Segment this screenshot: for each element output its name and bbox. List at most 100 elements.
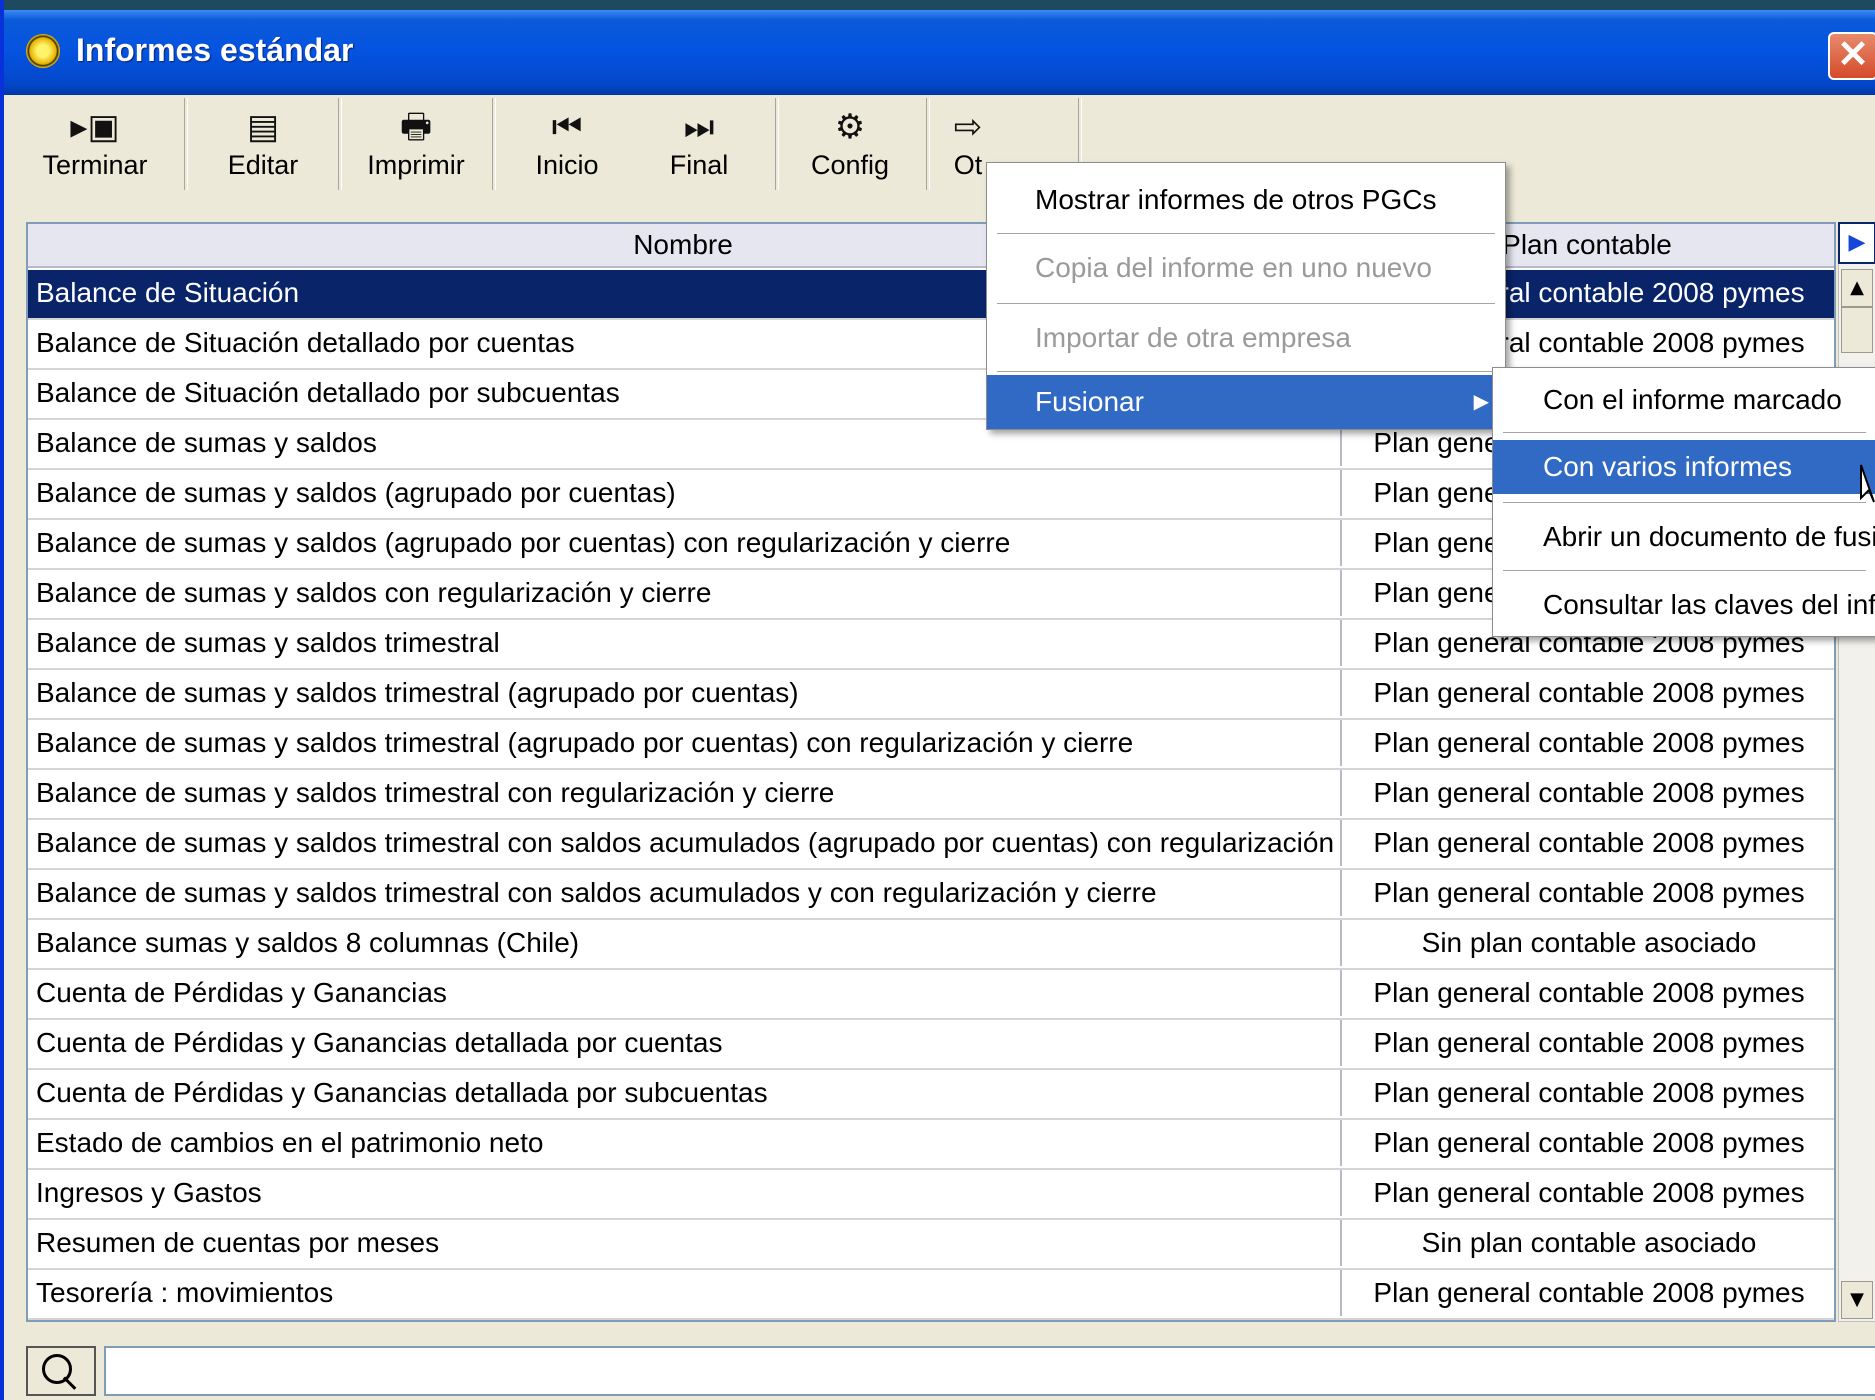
submenu-item-varios-informes[interactable]: Con varios informes [1493,440,1875,494]
mouse-cursor-icon [1860,464,1875,503]
reports-window: Informes estándar ✕ ▸▣ Terminar ▤ Editar… [0,0,1875,1400]
cell-plan-contable: Plan general contable 2008 pymes [1340,1070,1834,1116]
cell-plan-contable: Sin plan contable asociado [1340,1220,1834,1266]
editar-button[interactable]: ▤ Editar [188,95,338,190]
submenu-item-consultar-claves[interactable]: Consultar las claves del informe [1493,578,1875,632]
menu-separator [997,303,1495,304]
last-record-icon: ⏭ [683,108,715,146]
close-button[interactable]: ✕ [1828,32,1875,80]
cell-nombre: Balance de sumas y saldos trimestral con… [36,877,1157,908]
cell-nombre: Balance sumas y saldos 8 columnas (Chile… [36,927,580,958]
cell-nombre: Balance de sumas y saldos (agrupado por … [36,527,1011,558]
others-context-menu: Mostrar informes de otros PGCs Copia del… [986,162,1506,430]
cell-plan-contable: Plan general contable 2008 pymes [1340,670,1834,716]
cell-plan-contable: Plan general contable 2008 pymes [1340,1270,1834,1316]
cell-nombre: Cuenta de Pérdidas y Ganancias [36,977,447,1008]
table-row[interactable]: Ingresos y Gastos Plan general contable 2… [28,1170,1834,1220]
app-icon [26,34,60,68]
scroll-up-button[interactable]: ▲ [1841,269,1873,307]
cell-nombre: Ingresos y Gastos [36,1177,262,1208]
table-row[interactable]: Balance de Situación detallado por cuent… [28,320,1834,370]
table-header: Nombre Plan contable [28,224,1834,268]
menu-separator [1503,432,1866,433]
submenu-item-informe-marcado[interactable]: Con el informe marcado [1493,373,1875,427]
header-scroll-right-button[interactable]: ▶ [1838,222,1875,264]
cell-plan-contable: Plan general contable 2008 pymes [1340,1020,1834,1066]
scroll-thumb[interactable] [1841,307,1873,353]
window-title: Informes estándar [76,32,354,68]
cell-nombre: Balance de sumas y saldos trimestral con… [36,827,1335,858]
table-row[interactable]: Balance de sumas y saldos trimestral (ag… [28,720,1834,770]
table-row[interactable]: Balance de sumas y saldos trimestral con… [28,770,1834,820]
cell-nombre: Cuenta de Pérdidas y Ganancias detallada… [36,1077,768,1108]
cell-nombre: Resumen de cuentas por meses [36,1227,440,1258]
config-button[interactable]: ⚙ Config [775,95,925,190]
cell-plan-contable: Plan general contable 2008 pymes [1340,1170,1834,1216]
cell-plan-contable: Plan general contable 2008 pymes [1340,970,1834,1016]
submenu-arrow-icon: ▶ [1473,391,1489,413]
search-icon-handle [62,1376,77,1390]
cell-nombre: Balance de sumas y saldos trimestral con… [36,777,835,808]
fusionar-submenu: Con el informe marcado Con varios inform… [1492,367,1875,637]
menu-separator [997,233,1495,234]
table-row[interactable]: Balance de sumas y saldos trimestral con… [28,870,1834,920]
cell-nombre: Estado de cambios en el patrimonio neto [36,1127,544,1158]
menu-separator [1503,502,1866,503]
menu-separator [997,371,1495,372]
cell-plan-contable: Sin plan contable asociado [1340,920,1834,966]
menu-item-importar[interactable]: Importar de otra empresa [987,311,1505,365]
toolbar: ▸▣ Terminar ▤ Editar 🖶 Imprimir ⏮ Inicio… [8,95,1875,220]
cell-nombre: Balance de sumas y saldos trimestral [36,627,500,658]
cell-nombre: Balance de sumas y saldos (agrupado por … [36,477,676,508]
table-row[interactable]: Balance de sumas y saldos trimestral (ag… [28,670,1834,720]
cell-plan-contable: Plan general contable 2008 pymes [1340,770,1834,816]
exit-icon: ▸▣ [70,108,120,146]
cell-nombre: Tesorería : saldos de cuentas [36,1320,1336,1322]
submenu-item-abrir-documento[interactable]: Abrir un documento de fusión [1493,510,1875,564]
cell-nombre: Balance de sumas y saldos trimestral (ag… [36,727,1134,758]
table-row[interactable]: Cuenta de Pérdidas y Ganancias detallada… [28,1070,1834,1120]
edit-icon: ▤ [246,108,280,146]
table-row[interactable]: Tesorería : saldos de cuentas Plan genera… [28,1320,1836,1322]
inicio-label: Inicio [535,150,599,180]
search-button[interactable] [26,1346,96,1396]
table-row[interactable]: Estado de cambios en el patrimonio neto P… [28,1120,1834,1170]
menu-item-fusionar[interactable]: Fusionar ▶ [987,375,1505,429]
imprimir-button[interactable]: 🖶 Imprimir [341,95,491,190]
table-row[interactable]: Balance sumas y saldos 8 columnas (Chile… [28,920,1834,970]
cell-plan-contable: Plan general contable 2008 pymes [1340,720,1834,766]
inicio-button[interactable]: ⏮ Inicio [492,95,642,190]
cell-nombre: Cuenta de Pérdidas y Ganancias detallada… [36,1027,723,1058]
final-label: Final [669,150,729,180]
others-icon: ⇨ [953,108,983,146]
imprimir-label: Imprimir [367,150,465,180]
scroll-down-button[interactable]: ▼ [1841,1281,1873,1319]
cell-plan-contable: Plan general contable 2008 pymes [1340,1320,1836,1322]
editar-label: Editar [227,150,299,180]
gear-icon: ⚙ [834,108,866,146]
config-label: Config [810,150,890,180]
cell-nombre: Tesorería : movimientos [36,1277,334,1308]
cell-nombre: Balance de sumas y saldos trimestral (ag… [36,677,799,708]
table-row[interactable]: Resumen de cuentas por meses Sin plan con… [28,1220,1834,1270]
final-button[interactable]: ⏭ Final [624,95,774,190]
table-row[interactable]: Balance de Situación Plan general contabl… [28,270,1834,320]
cell-plan-contable: Plan general contable 2008 pymes [1340,1120,1834,1166]
menu-item-mostrar-informes[interactable]: Mostrar informes de otros PGCs [987,173,1505,227]
table-row[interactable]: Tesorería : movimientos Plan general cont… [28,1270,1834,1320]
first-record-icon: ⏮ [551,108,583,146]
terminar-button[interactable]: ▸▣ Terminar [20,95,170,190]
search-input[interactable] [104,1346,1875,1396]
table-row[interactable]: Cuenta de Pérdidas y Ganancias Plan gener… [28,970,1834,1020]
table-row[interactable]: Balance de sumas y saldos trimestral con… [28,820,1834,870]
table-row[interactable]: Cuenta de Pérdidas y Ganancias detallada… [28,1020,1834,1070]
menu-item-fusionar-label: Fusionar [1035,386,1144,417]
cell-plan-contable: Plan general contable 2008 pymes [1340,870,1834,916]
printer-icon: 🖶 [399,108,433,146]
terminar-label: Terminar [42,150,148,180]
menu-item-copia-informe[interactable]: Copia del informe en uno nuevo [987,241,1505,295]
title-bar[interactable]: Informes estándar ✕ [4,0,1875,95]
cell-nombre: Balance de sumas y saldos con regulariza… [36,577,712,608]
cell-plan-contable: Plan general contable 2008 pymes [1340,820,1834,866]
menu-separator [1503,570,1866,571]
